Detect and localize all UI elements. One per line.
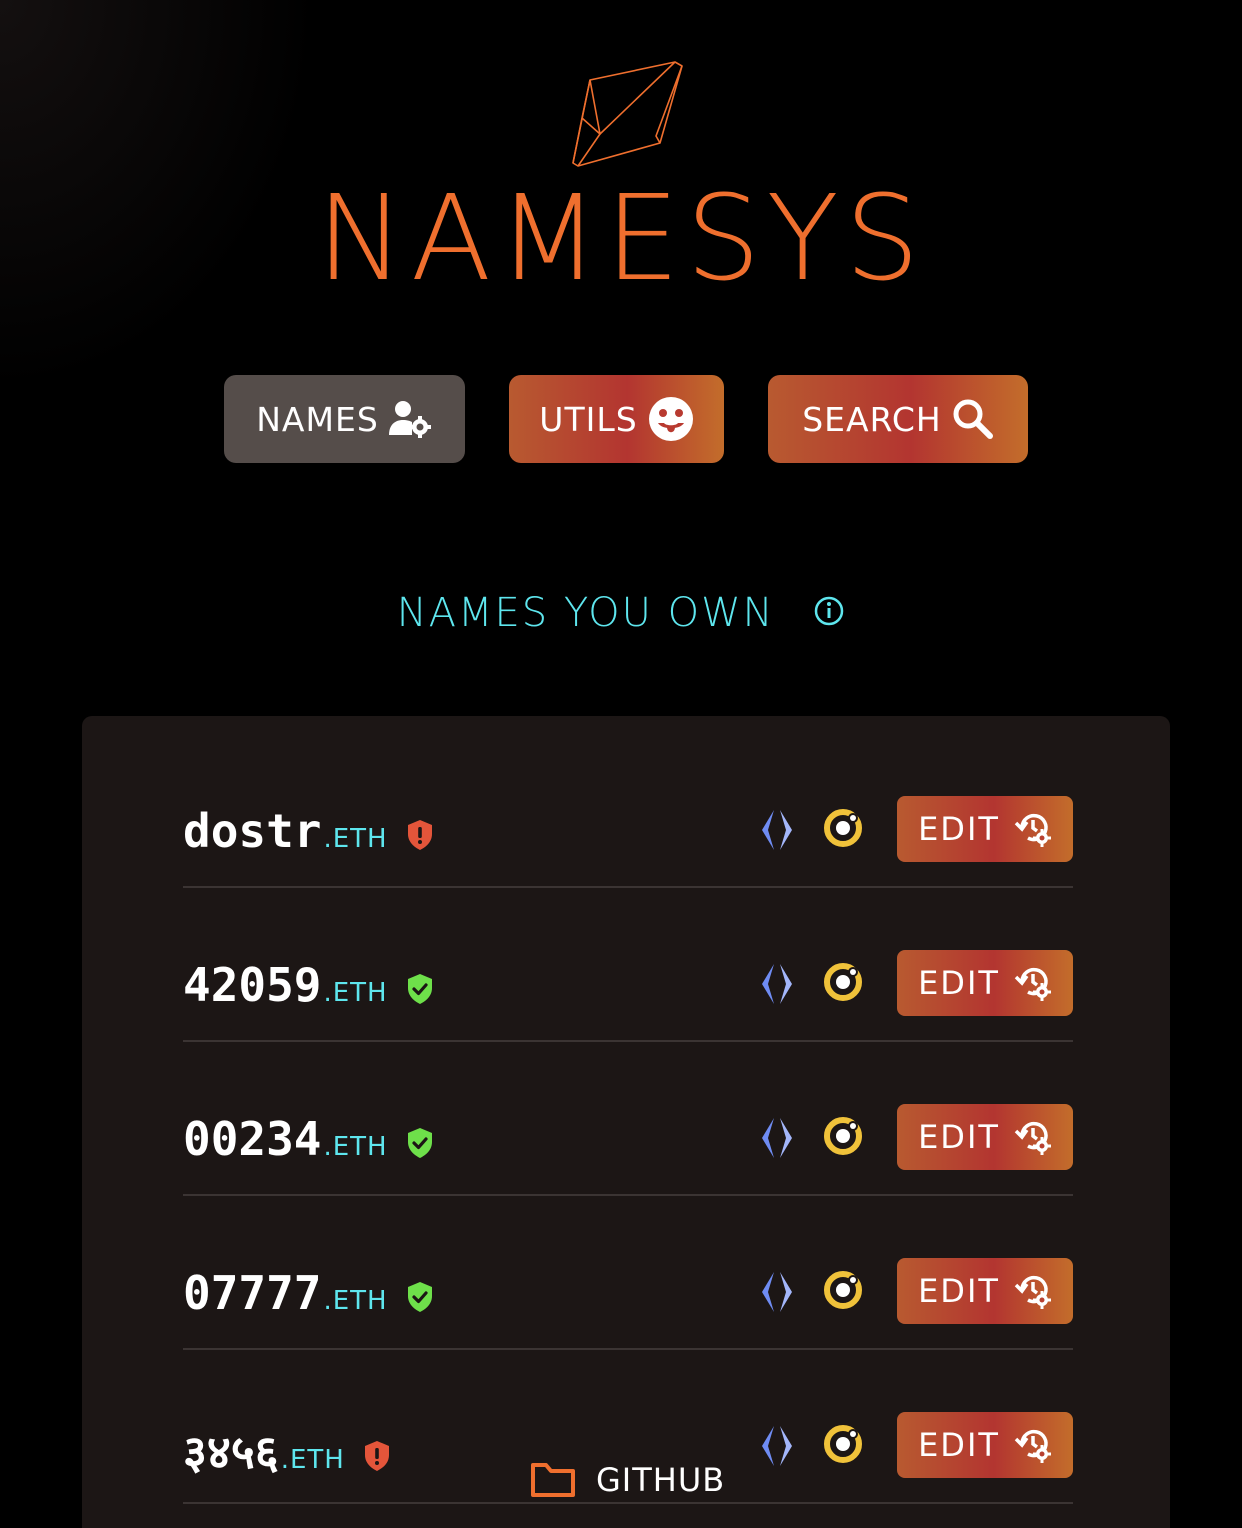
- ens-icon[interactable]: [757, 1424, 797, 1468]
- edit-button[interactable]: EDIT: [897, 1412, 1073, 1478]
- search-button[interactable]: SEARCH: [768, 375, 1028, 463]
- github-link[interactable]: GITHUB: [530, 1458, 725, 1502]
- warning-shield-icon: [407, 820, 432, 850]
- ens-icon[interactable]: [757, 1116, 797, 1160]
- logo-icon: [572, 61, 683, 167]
- brand-title: NAMESYS: [316, 169, 926, 307]
- ens-icon[interactable]: [757, 1270, 797, 1314]
- edit-button[interactable]: EDIT: [897, 1104, 1073, 1170]
- name-main: ३४५६: [183, 1425, 279, 1479]
- name-tld: .ETH: [280, 1445, 345, 1475]
- edit-button[interactable]: EDIT: [897, 796, 1073, 862]
- name-label[interactable]: 00234 .ETH: [183, 1112, 434, 1166]
- ipfs-icon[interactable]: [823, 1424, 863, 1464]
- section-title: NAMES YOU OWN: [0, 590, 1242, 636]
- edit-button-label: EDIT: [918, 964, 1000, 1002]
- utils-button[interactable]: UTILS: [509, 375, 724, 463]
- name-main: 07777: [183, 1266, 322, 1320]
- history-gear-icon: [1014, 1275, 1051, 1309]
- search-button-label: SEARCH: [802, 399, 942, 439]
- app-root: NAMESYS NAMES UTILS SEARCH NAMES YOU OWN…: [0, 0, 1242, 1528]
- github-label: GITHUB: [596, 1461, 726, 1499]
- name-row: 42059 .ETH EDIT: [183, 888, 1073, 1042]
- edit-button-label: EDIT: [918, 810, 1000, 848]
- ens-icon[interactable]: [757, 962, 797, 1006]
- user-gear-icon: [388, 401, 431, 438]
- ipfs-icon[interactable]: [823, 1116, 863, 1156]
- history-gear-icon: [1014, 1121, 1051, 1155]
- search-icon: [953, 399, 993, 439]
- name-row: 00234 .ETH EDIT: [183, 1042, 1073, 1196]
- names-button-label: NAMES: [256, 399, 379, 439]
- history-gear-icon: [1014, 967, 1051, 1001]
- name-main: dostr: [183, 804, 322, 858]
- info-icon[interactable]: [813, 595, 845, 627]
- folder-icon: [531, 1463, 575, 1497]
- smiley-icon: [648, 397, 693, 441]
- ipfs-icon[interactable]: [823, 808, 863, 848]
- utils-button-label: UTILS: [539, 399, 638, 439]
- name-label[interactable]: dostr .ETH: [183, 804, 434, 858]
- section-title-text: NAMES YOU OWN: [396, 590, 775, 636]
- ipfs-icon[interactable]: [823, 1270, 863, 1310]
- name-tld: .ETH: [323, 824, 388, 854]
- name-main: 42059: [183, 958, 322, 1012]
- name-row: 07777 .ETH EDIT: [183, 1196, 1073, 1350]
- name-tld: .ETH: [323, 978, 388, 1008]
- edit-button-label: EDIT: [918, 1272, 1000, 1310]
- names-panel: dostr .ETH EDIT 42059 .ETH EDIT 00234 .E…: [82, 716, 1170, 1528]
- history-gear-icon: [1014, 813, 1051, 847]
- verified-shield-icon: [407, 1128, 432, 1158]
- edit-button-label: EDIT: [918, 1426, 1000, 1464]
- name-label[interactable]: 42059 .ETH: [183, 958, 434, 1012]
- ipfs-icon[interactable]: [823, 962, 863, 1002]
- name-row: dostr .ETH EDIT: [183, 734, 1073, 888]
- edit-button-label: EDIT: [918, 1118, 1000, 1156]
- ens-icon[interactable]: [757, 808, 797, 852]
- verified-shield-icon: [407, 974, 432, 1004]
- edit-button[interactable]: EDIT: [897, 950, 1073, 1016]
- name-label[interactable]: 07777 .ETH: [183, 1266, 434, 1320]
- history-gear-icon: [1014, 1429, 1051, 1463]
- verified-shield-icon: [407, 1282, 432, 1312]
- name-tld: .ETH: [323, 1286, 388, 1316]
- name-main: 00234: [183, 1112, 322, 1166]
- warning-shield-icon: [364, 1441, 389, 1471]
- names-button[interactable]: NAMES: [224, 375, 465, 463]
- name-tld: .ETH: [323, 1132, 388, 1162]
- edit-button[interactable]: EDIT: [897, 1258, 1073, 1324]
- name-label[interactable]: ३४५६ .ETH: [183, 1420, 391, 1479]
